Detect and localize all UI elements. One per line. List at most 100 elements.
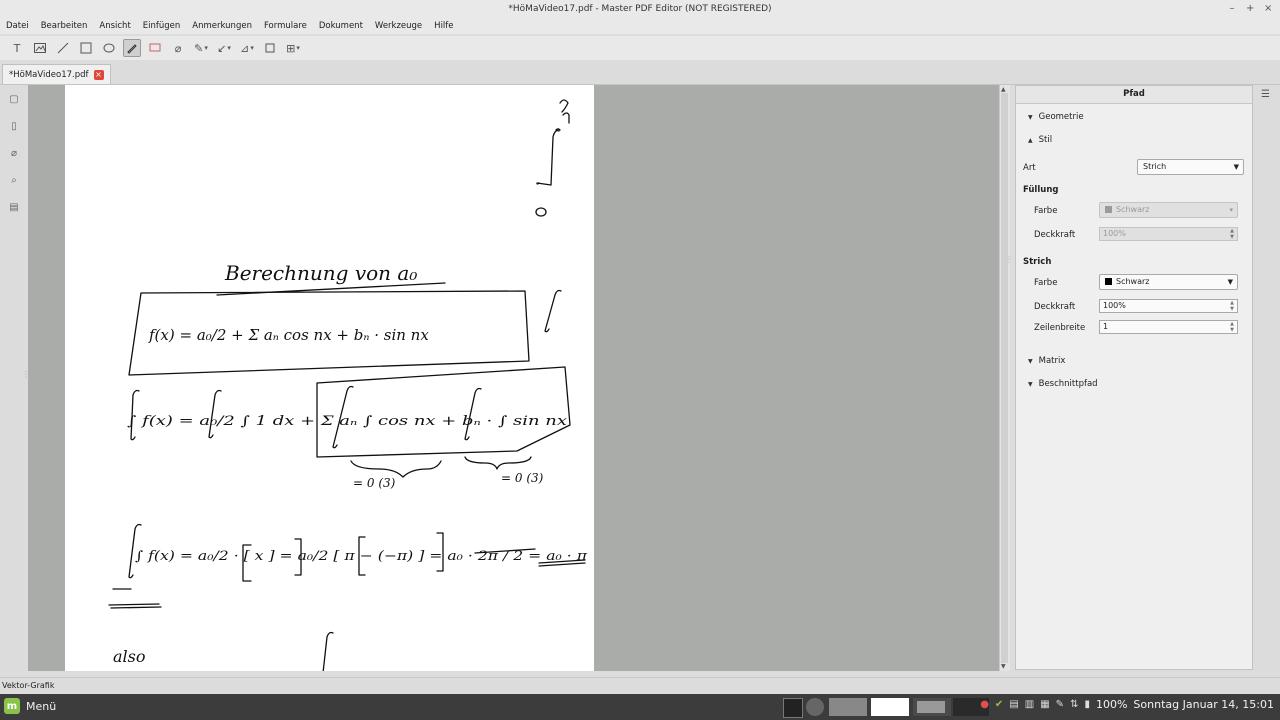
handwriting-stroke — [536, 128, 561, 186]
taskbar-window-button[interactable] — [829, 698, 867, 716]
folder-icon[interactable]: ▦ — [1040, 699, 1049, 710]
menu-hilfe[interactable]: Hilfe — [428, 18, 459, 34]
section-matrix[interactable]: ▼ Matrix — [1028, 356, 1065, 366]
minimize-icon[interactable]: – — [1228, 0, 1236, 18]
layers-icon[interactable]: ▤ — [5, 197, 23, 217]
line-tool-icon[interactable] — [54, 39, 72, 57]
document-scrollbar[interactable]: ▲ ▼ — [999, 85, 1010, 671]
highlighter-tool-icon[interactable]: ✎ ▾ — [192, 39, 210, 57]
section-matrix-label: Matrix — [1038, 356, 1066, 366]
attachments-icon[interactable]: ⌀ — [5, 143, 23, 163]
arrow-tool-icon[interactable]: ↙ ▾ — [215, 39, 233, 57]
menu-einfuegen[interactable]: Einfügen — [137, 18, 187, 34]
spin-arrows-icon[interactable]: ▲ ▼ — [1228, 228, 1236, 240]
pencil-tool-icon[interactable] — [123, 39, 141, 57]
network-icon[interactable]: ⇅ — [1070, 699, 1078, 710]
color-swatch — [1105, 278, 1112, 285]
app-icon[interactable] — [806, 698, 824, 716]
terminal-icon[interactable] — [783, 698, 803, 718]
menu-formulare[interactable]: Formulare — [258, 18, 313, 34]
dropdown-arrow-icon: ▾ — [1229, 206, 1233, 214]
ellipse-icon-svg — [103, 43, 115, 53]
handwritten-page-svg: Berechnung von a₀ f(x) = a₀/2 + Σ aₙ cos… — [108, 99, 588, 671]
tab-label: *HöMaVideo17.pdf — [9, 69, 89, 80]
fill-color-select[interactable]: Schwarz ▾ — [1099, 202, 1238, 218]
close-tab-icon[interactable]: × — [93, 69, 104, 80]
stroke-color-select[interactable]: Schwarz ▼ — [1099, 274, 1238, 290]
scroll-up-icon[interactable]: ▲ — [1001, 86, 1006, 93]
fill-opacity-value: 100% — [1103, 229, 1126, 238]
files-icon[interactable]: ▥ — [1025, 699, 1034, 710]
stroke-color-value: Schwarz — [1116, 277, 1150, 286]
art-select[interactable]: Strich ▼ — [1137, 159, 1244, 175]
scrollbar-thumb[interactable] — [1001, 93, 1008, 663]
close-icon[interactable]: × — [1264, 0, 1272, 18]
battery-icon[interactable]: ▮ — [1084, 699, 1090, 710]
also-text: also — [113, 647, 146, 666]
menu-anmerkungen[interactable]: Anmerkungen — [186, 18, 258, 34]
section-beschnittpfad[interactable]: ▼ Beschnittpfad — [1028, 379, 1098, 389]
chevron-down-icon[interactable]: ▾ — [296, 44, 300, 52]
handwriting-stroke — [544, 289, 562, 333]
panel-splitter[interactable]: ⋮ — [1005, 255, 1013, 264]
properties-icon[interactable]: ☰ — [1261, 89, 1275, 103]
menu-ansicht[interactable]: Ansicht — [93, 18, 136, 34]
spin-arrows-icon[interactable]: ▲ ▼ — [1228, 300, 1236, 312]
chevron-down-icon[interactable]: ▾ — [227, 44, 231, 52]
clipboard-icon[interactable]: ▤ — [1009, 699, 1018, 710]
color-swatch — [1105, 206, 1112, 213]
image-tool-icon[interactable] — [31, 39, 49, 57]
panel-body: ▼ Geometrie ▲ Stil Art Strich ▼ Füllung Fa… — [1016, 104, 1252, 669]
taskbar: m Menü ● ✔ ▤ ▥ ▦ ✎ ⇅ ▮ 100% Sonntag Janu… — [0, 694, 1280, 720]
shield-icon[interactable]: ✔ — [995, 699, 1003, 710]
stroke-opacity-spinbox[interactable]: 100% ▲ ▼ — [1099, 299, 1238, 313]
line-width-spinbox[interactable]: 1 ▲ ▼ — [1099, 320, 1238, 334]
system-tray: ● ✔ ▤ ▥ ▦ ✎ ⇅ ▮ 100% Sonntag Januar 14, … — [980, 698, 1274, 711]
start-menu-button[interactable]: m Menü — [4, 698, 56, 714]
spin-arrows-icon[interactable]: ▲ ▼ — [1228, 321, 1236, 333]
record-icon[interactable]: ● — [980, 699, 989, 710]
window-titlebar: *HöMaVideo17.pdf - Master PDF Editor (NO… — [0, 0, 1280, 19]
handwriting-stroke — [322, 631, 334, 671]
crop-tool-icon[interactable] — [261, 39, 279, 57]
stroke-opacity-value: 100% — [1103, 301, 1126, 310]
menu-dokument[interactable]: Dokument — [313, 18, 369, 34]
annotation-tool-icon[interactable] — [146, 39, 164, 57]
dropdown-arrow-icon: ▼ — [1227, 278, 1233, 286]
fill-opacity-spinbox[interactable]: 100% ▲ ▼ — [1099, 227, 1238, 241]
equation-2-zero-1: = 0 (3) — [353, 476, 396, 490]
section-stil[interactable]: ▲ Stil — [1028, 135, 1052, 145]
ellipse-tool-icon[interactable] — [100, 39, 118, 57]
menu-werkzeuge[interactable]: Werkzeuge — [369, 18, 428, 34]
taskbar-window-button-active[interactable] — [871, 698, 909, 716]
polyline-tool-icon[interactable]: ⊿ ▾ — [238, 39, 256, 57]
document-canvas[interactable]: Berechnung von a₀ f(x) = a₀/2 + Σ aₙ cos… — [28, 85, 999, 671]
stamp-tool-icon[interactable]: ⊞ ▾ — [284, 39, 302, 57]
search-icon[interactable]: ⌕ — [5, 170, 23, 190]
attachment-tool-icon[interactable]: ⌀ — [169, 39, 187, 57]
stroke-opacity-label: Deckkraft — [1034, 302, 1076, 312]
handwriting-stroke — [464, 456, 532, 470]
pages-icon[interactable]: ▢ — [5, 89, 23, 109]
pdf-page[interactable]: Berechnung von a₀ f(x) = a₀/2 + Σ aₙ cos… — [65, 85, 594, 671]
chevron-down-icon[interactable]: ▾ — [204, 44, 208, 52]
menu-bearbeiten[interactable]: Bearbeiten — [35, 18, 94, 34]
menu-datei[interactable]: Datei — [0, 18, 35, 34]
scroll-down-icon[interactable]: ▼ — [1001, 663, 1006, 670]
text-tool-icon[interactable]: T — [8, 39, 26, 57]
section-geometrie[interactable]: ▼ Geometrie — [1028, 112, 1084, 122]
line-width-value: 1 — [1103, 322, 1109, 331]
pen-icon[interactable]: ✎ — [1056, 699, 1064, 710]
status-text: Vektor-Grafik — [2, 681, 55, 690]
strich-heading: Strich — [1023, 257, 1052, 267]
panel-title: Pfad — [1016, 86, 1252, 104]
collapse-triangle-icon: ▼ — [1028, 381, 1033, 388]
chevron-down-icon[interactable]: ▾ — [250, 44, 254, 52]
bookmarks-icon[interactable]: ▯ — [5, 116, 23, 136]
maximize-icon[interactable]: + — [1246, 0, 1254, 18]
clock[interactable]: Sonntag Januar 14, 15:01 — [1133, 698, 1274, 711]
tab-document[interactable]: *HöMaVideo17.pdf × — [2, 64, 111, 84]
rectangle-tool-icon[interactable] — [77, 39, 95, 57]
fill-color-value: Schwarz — [1116, 205, 1150, 214]
taskbar-window-button[interactable] — [913, 698, 951, 716]
